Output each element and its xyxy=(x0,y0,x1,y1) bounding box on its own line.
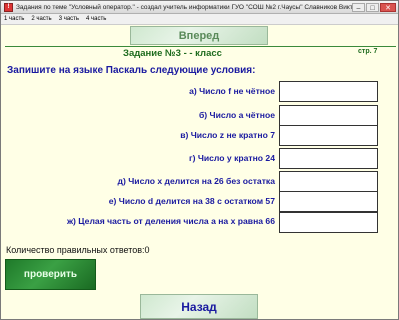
question-b-input[interactable] xyxy=(279,105,378,126)
question-e-input[interactable] xyxy=(279,171,378,192)
question-e-label: д) Число х делится на 26 без остатка xyxy=(117,176,275,186)
question-a-input[interactable] xyxy=(279,81,378,102)
check-button-label: проверить xyxy=(23,269,78,280)
question-g-input[interactable] xyxy=(279,212,378,233)
app-window: ! Задания по теме "Условный оператор." -… xyxy=(0,0,399,320)
page-number: стр. 7 xyxy=(358,48,378,55)
question-b-label: б) Число а чётное xyxy=(198,110,275,120)
instruction-text: Запишите на языке Паскаль следующие усло… xyxy=(7,65,256,76)
close-button[interactable]: ✕ xyxy=(380,2,396,12)
divider xyxy=(5,46,396,47)
correct-answers-value: 0 xyxy=(144,245,150,255)
title-bar: ! Задания по теме "Условный оператор." -… xyxy=(1,1,398,14)
window-title: Задания по теме "Условный оператор." - с… xyxy=(16,3,352,11)
question-c-input[interactable] xyxy=(279,125,378,146)
correct-answers-label: Количество правильных ответов: xyxy=(6,245,145,255)
menu-item-part-4[interactable]: 4 часть xyxy=(86,16,106,22)
forward-button-label: Вперед xyxy=(178,29,220,42)
correct-answers-count: Количество правильных ответов:0 xyxy=(6,245,150,255)
forward-button[interactable]: Вперед xyxy=(130,26,268,45)
question-d-input[interactable] xyxy=(279,148,378,169)
question-f-label: е) Число d делится на 38 с остатком 57 xyxy=(108,196,275,206)
app-icon: ! xyxy=(4,2,13,12)
menu-item-part-1[interactable]: 1 часть xyxy=(4,16,24,22)
back-button-label: Назад xyxy=(181,299,217,314)
menu-item-part-3[interactable]: 3 часть xyxy=(59,16,79,22)
minimize-button[interactable]: – xyxy=(352,2,365,12)
question-c-label: в) Число z не кратно 7 xyxy=(180,130,275,140)
question-d-label: г) Число у кратно 24 xyxy=(188,153,275,163)
back-button[interactable]: Назад xyxy=(140,294,258,319)
window-controls: – □ ✕ xyxy=(352,2,396,12)
question-f-input[interactable] xyxy=(279,191,378,212)
task-title: Задание №3 - - класс xyxy=(123,48,222,59)
maximize-button[interactable]: □ xyxy=(366,2,379,12)
menu-item-part-2[interactable]: 2 часть xyxy=(31,16,51,22)
question-g-label: ж) Целая часть от деления числа а на х р… xyxy=(66,216,275,226)
check-button[interactable]: проверить xyxy=(5,259,96,290)
menu-bar: 1 часть 2 часть 3 часть 4 часть xyxy=(1,14,398,25)
question-a-label: а) Число f не чётное xyxy=(189,86,275,96)
